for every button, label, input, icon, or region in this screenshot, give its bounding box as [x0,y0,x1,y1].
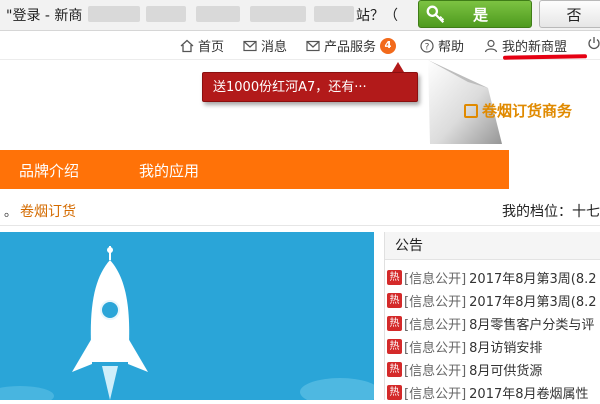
power-icon-glyph [588,37,600,50]
notice-title: 公告 [385,232,600,260]
notice-item[interactable]: 热 [信息公开] 2017年8月第3周(8.2 [387,289,600,312]
notice-item[interactable]: 热 [信息公开] 8月可供货源 [387,358,600,381]
user-icon [484,39,498,52]
mail-icon [243,40,257,51]
brand-logo: 卷烟订货商务 [464,100,572,121]
hot-badge: 热 [387,316,402,331]
no-button-label: 否 [566,5,582,24]
confirm-dialog: "登录 - 新商 站？（ 是 否 [0,0,600,31]
user-level-text: 我的档位：十七 [502,204,600,220]
notice-title-text: 8月可供货源 [469,364,543,379]
notice-title-text: 2017年8月第3周(8.2 [469,272,597,287]
dialog-message-tail: 站？（ [356,8,398,24]
nav-messages-label: 消息 [261,40,288,55]
dialog-message-text: "登录 - 新商 [6,8,83,24]
notice-category: [信息公开] [404,318,467,333]
notice-category: [信息公开] [404,341,467,356]
hero-banner[interactable] [0,232,374,400]
notice-category: [信息公开] [404,387,467,402]
home-icon [180,39,194,52]
logo-mark-icon [464,103,478,118]
nav-help-label: 帮助 [438,40,465,55]
rocket-illustration [0,246,374,400]
yes-button[interactable]: 是 [418,0,532,28]
brand-logo-text: 卷烟订货商务 [482,102,573,120]
notice-panel: 公告 热 [信息公开] 2017年8月第3周(8.2 热 [信息公开] 2017… [384,232,600,402]
blurred-text [88,6,140,22]
svg-text:?: ? [425,42,430,52]
blurred-text [250,6,306,22]
help-icon: ? [420,38,434,53]
blurred-text [196,6,240,22]
nav-home[interactable]: 首页 [180,36,224,55]
notice-category: [信息公开] [404,272,467,287]
menu-item-my-apps[interactable]: 我的应用 [139,160,199,181]
notice-category: [信息公开] [404,295,467,310]
nav-help[interactable]: ? 帮助 [420,36,464,55]
hot-badge: 热 [387,362,402,377]
breadcrumb-cigarette-order[interactable]: 卷烟订货 [20,201,76,221]
mail-icon [306,40,320,51]
breadcrumb: 。 卷烟订货 我的档位：十七 [0,195,600,226]
notice-item[interactable]: 热 [信息公开] 2017年8月第3周(8.2 [387,266,600,289]
nav-messages[interactable]: 消息 [243,36,287,55]
blurred-text [146,6,186,22]
menu-item-brand-intro[interactable]: 品牌介绍 [19,160,79,181]
notice-title-text: 2017年8月第3周(8.2 [469,295,597,310]
hot-badge: 热 [387,293,402,308]
notice-item[interactable]: 热 [信息公开] 8月零售客户分类与评 [387,312,600,335]
nav-home-label: 首页 [198,40,225,55]
notice-title-text: 8月零售客户分类与评 [469,318,595,333]
yes-button-label: 是 [473,5,489,24]
nav-my-account[interactable]: 我的新商盟 [484,36,567,55]
promo-tooltip[interactable]: 送1000份红河A7，还有··· [202,72,418,102]
no-button[interactable]: 否 [539,0,600,28]
nav-product-services[interactable]: 产品服务 4 [306,36,397,55]
power-icon[interactable] [588,36,600,50]
blurred-text [314,6,354,22]
notice-list: 热 [信息公开] 2017年8月第3周(8.2 热 [信息公开] 2017年8月… [387,266,600,404]
nav-product-services-label: 产品服务 [324,40,377,55]
notice-item[interactable]: 热 [信息公开] 2017年8月卷烟属性 [387,381,600,404]
hot-badge: 热 [387,339,402,354]
hot-badge: 热 [387,270,402,285]
notice-item[interactable]: 热 [信息公开] 8月访销安排 [387,335,600,358]
promo-tooltip-text: 送1000份红河A7，还有··· [213,80,367,95]
notification-badge: 4 [380,37,397,54]
notice-category: [信息公开] [404,364,467,379]
key-icon [426,5,445,24]
hot-badge: 热 [387,385,402,400]
notice-title-text: 2017年8月卷烟属性 [469,387,589,402]
main-menu: 品牌介绍 我的应用 [0,150,509,189]
notice-title-text: 8月访销安排 [469,341,543,356]
nav-my-account-label: 我的新商盟 [502,40,568,55]
tooltip-arrow [392,62,404,72]
breadcrumb-dot: 。 [4,205,18,220]
